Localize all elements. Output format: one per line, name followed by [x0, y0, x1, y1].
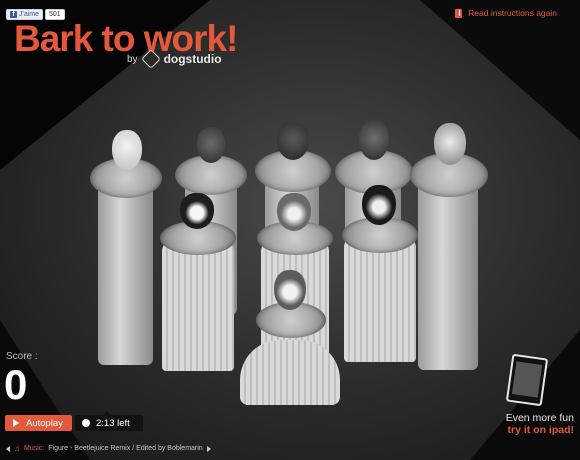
- dogstudio-name: dogstudio: [163, 52, 222, 66]
- clown-dress: [162, 241, 234, 371]
- dog-clown-1[interactable]: [90, 130, 162, 370]
- dog-clown-9[interactable]: [230, 270, 350, 410]
- play-icon: [13, 419, 19, 427]
- byline[interactable]: by dogstudio: [127, 49, 222, 69]
- dog-clowns-photo: [70, 105, 520, 415]
- dog-head: [277, 193, 311, 231]
- arrow-left-icon[interactable]: [6, 445, 10, 452]
- paw-icon: [82, 419, 90, 427]
- music-player: ♫ Music: Figure - Beetlejuice Remix / Ed…: [6, 444, 211, 453]
- ipad-screen: [511, 361, 543, 398]
- byline-by: by: [127, 53, 138, 65]
- clown-dress: [344, 237, 416, 362]
- ipad-promo-line2: try it on ipad!: [507, 424, 575, 436]
- arrow-right-icon[interactable]: [206, 445, 211, 452]
- dog-head: [434, 123, 466, 165]
- facebook-icon: f: [10, 11, 17, 18]
- dog-clown-8[interactable]: [340, 185, 420, 365]
- music-track: Figure - Beetlejuice Remix / Edited by B…: [48, 445, 203, 452]
- music-label: Music:: [24, 445, 45, 452]
- music-note-icon: ♫: [14, 444, 20, 453]
- clown-suit: [98, 180, 153, 365]
- dog-clown-6[interactable]: [158, 193, 238, 373]
- score-value: 0: [4, 361, 28, 408]
- dog-head: [274, 270, 306, 310]
- dog-head: [359, 120, 389, 160]
- time-left-badge: 2:13 left: [75, 411, 143, 431]
- ipad-promo[interactable]: Even more fun try it on ipad!: [506, 412, 574, 436]
- dog-clown-5[interactable]: [410, 123, 488, 378]
- time-left-label: 2:13 left: [96, 417, 130, 429]
- dog-head: [112, 130, 142, 170]
- dog-head: [277, 122, 309, 160]
- read-instructions-link[interactable]: Read instructions again: [455, 8, 557, 18]
- autoplay-button[interactable]: Autoplay: [5, 415, 72, 431]
- clown-suit: [418, 175, 478, 370]
- dog-head: [197, 127, 225, 163]
- book-icon: [455, 8, 463, 18]
- dogstudio-logo-icon: [140, 49, 161, 69]
- autoplay-label: Autoplay: [26, 417, 63, 429]
- clown-dress: [240, 340, 340, 405]
- dog-head: [180, 193, 214, 229]
- game-stage: f J'aime 501 Bark to work! by dogstudio …: [0, 0, 580, 460]
- read-instructions-label: Read instructions again: [468, 8, 557, 18]
- dog-head: [362, 185, 396, 225]
- ipad-icon[interactable]: [505, 353, 549, 407]
- ipad-promo-line1: Even more fun: [505, 412, 574, 424]
